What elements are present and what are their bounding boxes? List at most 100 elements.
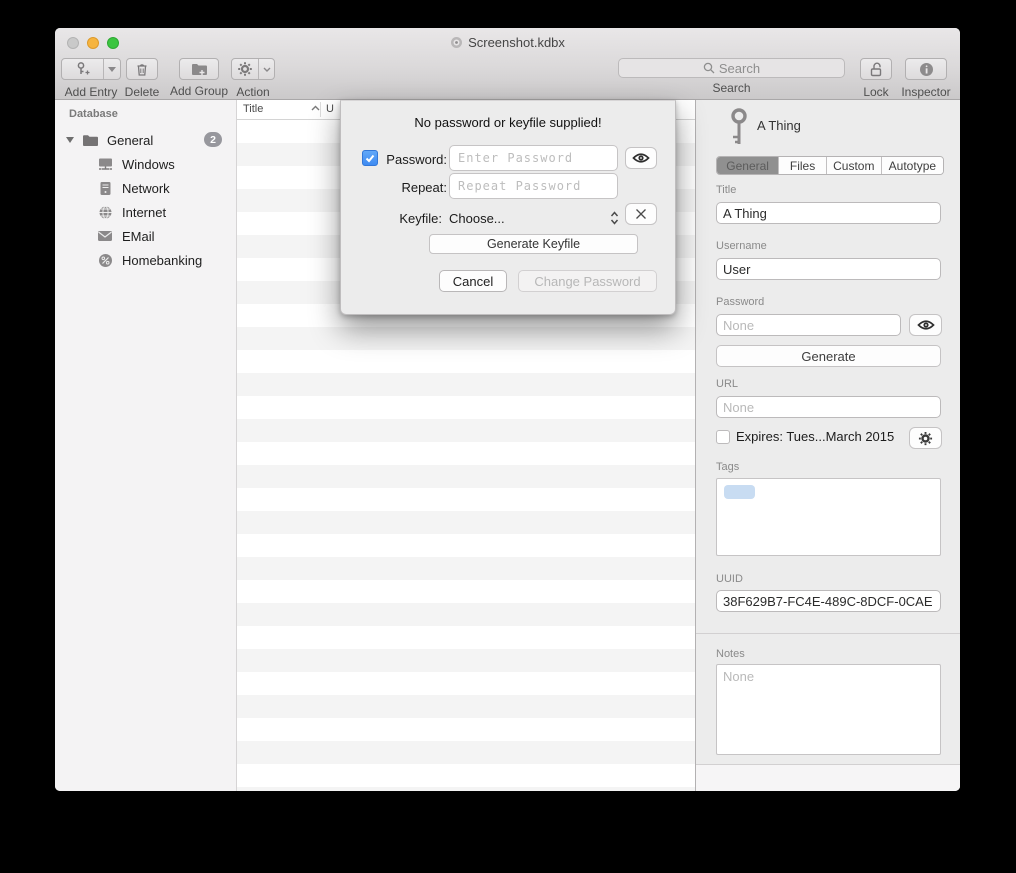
inspector-label: Inspector — [900, 85, 952, 99]
inspector-button[interactable]: Inspector — [900, 58, 952, 99]
window-header: Screenshot.kdbx Add Entry — [55, 28, 960, 100]
add-entry-dropdown-icon[interactable] — [103, 59, 120, 79]
username-label: Username — [716, 240, 767, 252]
password-checkbox[interactable] — [362, 150, 378, 166]
clear-keyfile-button[interactable] — [625, 203, 657, 225]
search-input[interactable]: Search — [618, 58, 845, 78]
tab-general[interactable]: General — [717, 157, 779, 174]
tab-autotype[interactable]: Autotype — [882, 157, 943, 174]
app-window: Screenshot.kdbx Add Entry — [55, 28, 960, 791]
uuid-field[interactable] — [716, 590, 941, 612]
sidebar-item-general[interactable]: General 2 — [55, 128, 236, 152]
window-title-text: Screenshot.kdbx — [468, 35, 565, 50]
notes-label: Notes — [716, 648, 745, 660]
action-chevron-down-icon — [258, 59, 274, 79]
email-icon — [95, 227, 115, 245]
homebanking-icon — [95, 251, 115, 269]
generate-password-button[interactable]: Generate — [716, 345, 941, 367]
trash-icon — [127, 59, 157, 79]
add-entry-button[interactable]: Add Entry — [61, 58, 121, 99]
info-icon — [906, 59, 946, 79]
add-group-label: Add Group — [163, 84, 235, 98]
windows-icon — [95, 155, 115, 173]
gear-icon — [232, 59, 258, 79]
tag-chip[interactable] — [724, 485, 755, 499]
enter-password-field[interactable] — [449, 145, 618, 171]
expires-settings-button[interactable] — [909, 427, 942, 449]
sidebar-header: Database — [69, 108, 118, 120]
title-label: Title — [716, 184, 736, 196]
password-field[interactable] — [716, 314, 901, 336]
url-field[interactable] — [716, 396, 941, 418]
lock-button[interactable]: Lock — [860, 58, 892, 99]
folder-plus-icon — [180, 59, 218, 79]
notes-field[interactable] — [716, 664, 941, 755]
sidebar-item-windows[interactable]: Windows — [55, 152, 236, 176]
search-group: Search Search — [618, 58, 845, 95]
change-password-button[interactable]: Change Password — [518, 270, 657, 292]
divider — [696, 633, 960, 634]
add-group-button[interactable]: Add Group — [163, 58, 235, 98]
keyfile-popup-value: Choose... — [449, 211, 610, 226]
sidebar-item-label: Internet — [122, 205, 166, 220]
close-x-icon — [635, 208, 647, 220]
keyfile-popup[interactable]: Choose... — [449, 206, 619, 230]
column-divider[interactable] — [320, 102, 321, 117]
sidebar-item-network[interactable]: Network — [55, 176, 236, 200]
folder-icon — [80, 131, 100, 149]
sheet-message: No password or keyfile supplied! — [341, 115, 675, 130]
expires-row: Expires: Tues...March 2015 — [716, 429, 894, 444]
expires-label: Expires: Tues...March 2015 — [736, 429, 894, 444]
sidebar-item-label: Network — [122, 181, 170, 196]
stepper-icon — [610, 211, 619, 225]
key-plus-icon — [62, 59, 103, 79]
internet-icon — [95, 203, 115, 221]
inspector-footer — [696, 764, 960, 791]
action-label: Action — [231, 85, 275, 99]
inspector-panel: A Thing General Files Custom Autotype Ti… — [695, 100, 960, 791]
sort-ascending-icon — [311, 105, 320, 111]
action-button[interactable]: Action — [231, 58, 275, 99]
username-field[interactable] — [716, 258, 941, 280]
search-icon — [703, 62, 715, 74]
tab-files[interactable]: Files — [779, 157, 827, 174]
column-header-title[interactable]: Title — [243, 103, 263, 115]
repeat-password-field[interactable] — [449, 173, 618, 199]
sidebar-item-internet[interactable]: Internet — [55, 200, 236, 224]
expires-checkbox[interactable] — [716, 430, 730, 444]
reveal-sheet-password-button[interactable] — [625, 147, 657, 169]
sidebar-item-email[interactable]: EMail — [55, 224, 236, 248]
search-placeholder: Search — [719, 61, 760, 76]
generate-keyfile-button[interactable]: Generate Keyfile — [429, 234, 638, 254]
sidebar-item-label: Windows — [122, 157, 175, 172]
tab-custom[interactable]: Custom — [827, 157, 882, 174]
title-field[interactable] — [716, 202, 941, 224]
repeat-row-label: Repeat: — [379, 180, 447, 195]
sidebar-item-label: EMail — [122, 229, 155, 244]
cancel-button[interactable]: Cancel — [439, 270, 507, 292]
delete-label: Delete — [121, 85, 163, 99]
sidebar-item-homebanking[interactable]: Homebanking — [55, 248, 236, 272]
sidebar-item-label: Homebanking — [122, 253, 202, 268]
search-caption: Search — [618, 81, 845, 95]
password-row-label: Password: — [379, 152, 447, 167]
tags-box[interactable] — [716, 478, 941, 556]
network-icon — [95, 179, 115, 197]
lock-label: Lock — [860, 85, 892, 99]
change-password-sheet: No password or keyfile supplied! Passwor… — [340, 100, 676, 315]
delete-button[interactable]: Delete — [121, 58, 163, 99]
key-icon — [729, 108, 749, 146]
eye-icon — [632, 152, 650, 164]
add-entry-label: Add Entry — [61, 85, 121, 99]
entry-title: A Thing — [757, 118, 801, 133]
unlock-icon — [861, 59, 891, 79]
window-title: Screenshot.kdbx — [55, 35, 960, 50]
password-label: Password — [716, 296, 764, 308]
reveal-password-button[interactable] — [909, 314, 942, 336]
check-icon — [365, 154, 375, 163]
column-header-username[interactable]: U — [326, 103, 334, 115]
sidebar: Database General 2 Windows — [55, 100, 237, 791]
disclosure-triangle-icon[interactable] — [66, 137, 74, 143]
keyfile-row-label: Keyfile: — [374, 211, 442, 226]
eye-icon — [917, 319, 935, 331]
